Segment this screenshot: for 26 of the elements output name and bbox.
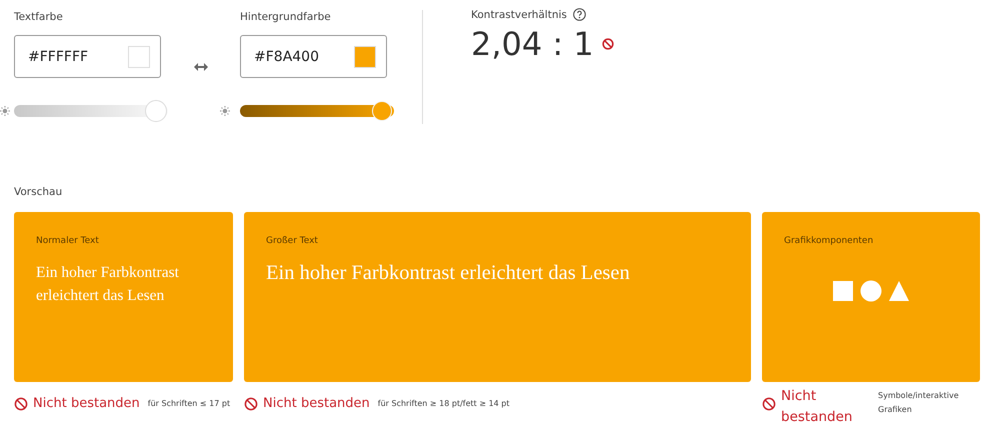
- ratio-label: Kontrastverhältnis: [471, 8, 567, 20]
- color-field[interactable]: #F8A400: [240, 35, 387, 78]
- card-title: Großer Text: [266, 236, 318, 246]
- help-icon[interactable]: [572, 8, 586, 21]
- section-label: Vorschau: [14, 186, 64, 198]
- sample-text: Ein hoher Farbkontrast erleichtert das Lesen: [36, 263, 180, 306]
- color-swatch[interactable]: [354, 46, 376, 68]
- card-title: Grafikkomponenten: [784, 236, 874, 246]
- slider-thumb[interactable]: [373, 102, 392, 120]
- color-swatch[interactable]: [128, 46, 150, 68]
- result-note: Symbole/interaktive Grafiken: [878, 390, 960, 416]
- card-title: Normaler Text: [36, 236, 99, 246]
- brightness-icon: [0, 106, 10, 116]
- sample-text: Ein hoher Farbkontrast erleichtert das Lesen: [266, 262, 630, 285]
- swap-icon[interactable]: [194, 63, 208, 71]
- slider-thumb[interactable]: [145, 100, 168, 122]
- result-text: Nicht bestanden: [33, 396, 140, 411]
- field-label: Hintergrundfarbe: [240, 11, 332, 23]
- result-note: für Schriften ≤ 17 pt: [148, 399, 230, 408]
- result-text: Nicht bestanden: [781, 387, 851, 427]
- contrast-ratio: 2,04 : 1: [471, 25, 594, 63]
- result-note: für Schriften ≥ 18 pt/fett ≥ 14 pt: [378, 399, 510, 408]
- result-text: Nicht bestanden: [263, 396, 370, 411]
- field-label: Textfarbe: [14, 11, 64, 23]
- brightness-icon: [220, 106, 230, 116]
- color-field[interactable]: #FFFFFF: [14, 35, 161, 78]
